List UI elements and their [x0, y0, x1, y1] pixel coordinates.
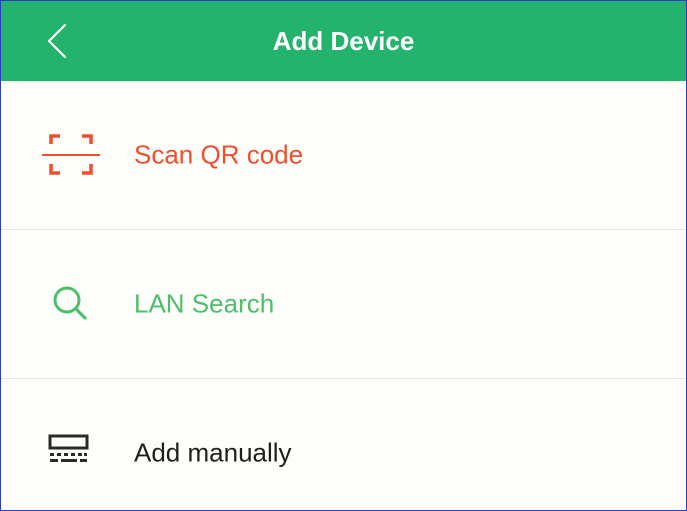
- scan-qr-icon: [39, 125, 103, 185]
- add-manually-label: Add manually: [134, 437, 292, 468]
- lan-search-label: LAN Search: [134, 288, 275, 319]
- keyboard-icon: [39, 423, 103, 483]
- page-title: Add Device: [272, 26, 415, 56]
- scan-qr-code-item[interactable]: Scan QR code: [1, 81, 686, 230]
- scan-qr-code-label: Scan QR code: [134, 139, 304, 170]
- lan-search-item[interactable]: LAN Search: [1, 230, 686, 379]
- nav-bar: Add Device: [1, 1, 686, 81]
- search-icon: [39, 274, 103, 334]
- add-device-screen: Add Device Scan QR code LAN Search Add m…: [0, 0, 687, 511]
- add-manually-item[interactable]: Add manually: [1, 379, 686, 510]
